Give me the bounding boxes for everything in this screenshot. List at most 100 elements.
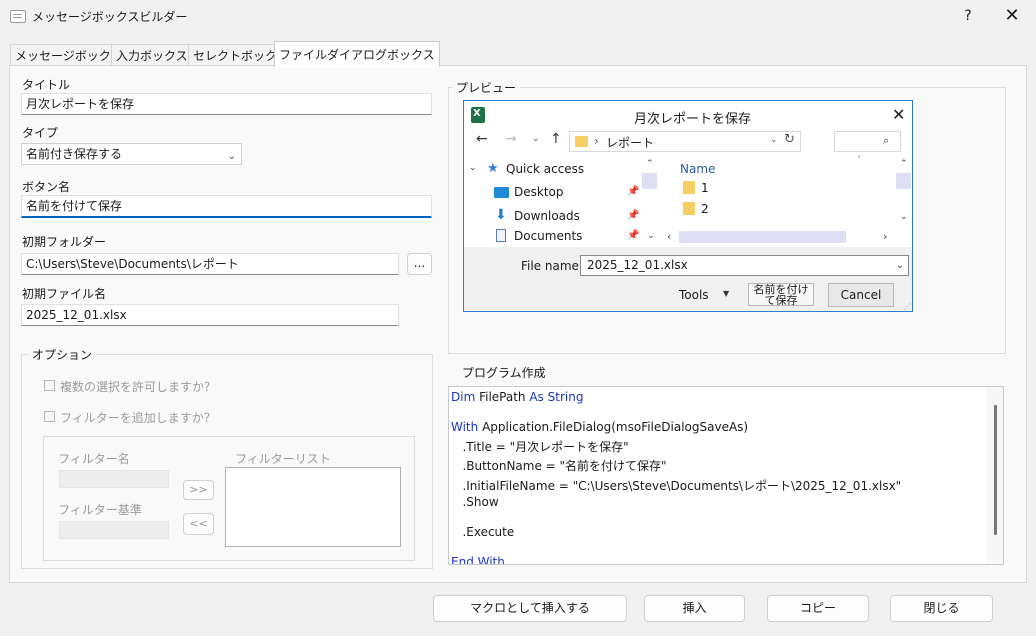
multi-select-checkbox[interactable]: [44, 380, 55, 391]
search-icon: ⌕: [883, 134, 890, 147]
button-name-label: ボタン名: [22, 180, 71, 194]
code-line: Dim FilePath As String: [451, 390, 584, 404]
file-item-1[interactable]: 1: [701, 181, 709, 195]
type-select-value: 名前付き保存する: [26, 147, 123, 161]
tab-message-box[interactable]: メッセージボックス: [10, 44, 128, 67]
add-filter-label: フィルターを追加しますか？: [60, 411, 216, 425]
nav-documents[interactable]: Documents: [514, 229, 582, 243]
pin-icon: 📌: [627, 210, 640, 221]
address-chevron-icon[interactable]: ⌄: [770, 135, 778, 145]
code-line: With Application.FileDialog(msoFileDialo…: [451, 420, 749, 434]
desktop-icon: [494, 187, 509, 198]
search-box[interactable]: ⌕: [834, 131, 901, 152]
button-name-input[interactable]: 名前を付けて保存: [21, 195, 432, 218]
code-line: .InitialFileName = "C:\Users\Steve\Docum…: [451, 479, 902, 493]
close-window-button[interactable]: ✕: [1000, 5, 1024, 27]
filter-name-input[interactable]: [59, 470, 169, 488]
file-name-label: File name:: [521, 259, 583, 273]
filter-criteria-label: フィルター基準: [58, 503, 142, 517]
dialog-save-button[interactable]: 名前を付けて保存: [748, 283, 814, 306]
type-select[interactable]: 名前付き保存する ⌄: [21, 143, 242, 165]
code-line: .Show: [451, 495, 499, 509]
chevron-down-icon: ⌄: [227, 151, 236, 162]
initial-folder-label: 初期フォルダー: [22, 235, 107, 249]
program-legend: プログラム作成: [458, 364, 550, 381]
breadcrumb-separator-icon: ›: [594, 134, 599, 148]
list-scroll-up-icon[interactable]: ⌃: [900, 159, 908, 169]
insert-as-macro-button[interactable]: マクロとして挿入する: [433, 595, 627, 622]
options-legend: オプション: [28, 346, 97, 363]
filter-name-label: フィルター名: [58, 452, 130, 466]
tree-scroll-up-icon[interactable]: ⌃: [646, 159, 654, 169]
code-line: End With: [451, 555, 505, 565]
pin-icon: 📌: [627, 230, 640, 241]
tab-input-box[interactable]: 入力ボックス: [111, 44, 193, 67]
quick-access-label[interactable]: Quick access: [506, 162, 584, 176]
list-scroll-right-icon[interactable]: ›: [883, 230, 887, 243]
tools-menu[interactable]: Tools: [679, 288, 709, 302]
file-name-chevron-icon[interactable]: ⌄: [896, 256, 904, 275]
file-name-value: 2025_12_01.xlsx: [587, 258, 688, 272]
add-filter-checkbox[interactable]: [44, 411, 55, 422]
nav-downloads[interactable]: Downloads: [514, 209, 580, 223]
tab-file-dialog-box[interactable]: ファイルダイアログボックス: [274, 41, 440, 67]
dialog-title: 月次レポートを保存: [634, 112, 752, 127]
list-scroll-down-icon[interactable]: ⌄: [900, 212, 908, 222]
app-icon: [10, 10, 26, 23]
filter-criteria-input[interactable]: [59, 521, 169, 539]
code-line: .ButtonName = "名前を付けて保存": [451, 459, 667, 473]
help-button[interactable]: ?: [958, 6, 978, 26]
up-arrow-icon[interactable]: ↑: [550, 131, 562, 147]
remove-filter-button[interactable]: <<: [183, 513, 214, 535]
filter-list-box[interactable]: [225, 467, 401, 547]
save-dialog-preview: X 月次レポートを保存 ✕ ← → ⌄ ↑ › レポート ⌄ ↻ ⌕ ⌄ ★ Q…: [463, 100, 913, 312]
copy-button[interactable]: コピー: [767, 595, 869, 622]
refresh-icon[interactable]: ↻: [784, 132, 795, 147]
code-editor[interactable]: Dim FilePath As String With Application.…: [448, 386, 1004, 565]
tree-scroll-down-icon[interactable]: ⌄: [647, 231, 655, 241]
initial-folder-input[interactable]: C:\Users\Steve\Documents\レポート: [21, 253, 399, 275]
address-path: レポート: [606, 136, 655, 150]
insert-button[interactable]: 挿入: [644, 595, 745, 622]
code-scrollbar-thumb[interactable]: [994, 405, 997, 535]
filter-list-label: フィルターリスト: [231, 450, 335, 467]
close-button[interactable]: 閉じる: [890, 595, 993, 622]
file-name-input[interactable]: 2025_12_01.xlsx ⌄: [580, 255, 909, 276]
multi-select-label: 複数の選択を許可しますか？: [60, 380, 217, 394]
browse-folder-button[interactable]: ...: [407, 253, 432, 275]
forward-arrow-icon[interactable]: →: [505, 131, 517, 147]
title-label: タイトル: [22, 78, 71, 92]
back-arrow-icon[interactable]: ←: [476, 131, 488, 147]
preview-legend: プレビュー: [452, 79, 521, 96]
tools-dropdown-icon[interactable]: ▼: [723, 289, 729, 298]
recent-chevron-icon[interactable]: ⌄: [532, 134, 540, 144]
dialog-close-icon[interactable]: ✕: [892, 105, 905, 124]
initial-file-input[interactable]: 2025_12_01.xlsx: [21, 304, 399, 326]
sort-ascending-icon: ˄: [857, 155, 861, 164]
tree-scrollbar-thumb[interactable]: [642, 173, 657, 189]
type-label: タイプ: [22, 126, 59, 140]
code-line: .Title = "月次レポートを保存": [451, 440, 629, 454]
list-scroll-left-icon[interactable]: ‹: [667, 230, 671, 243]
folder-icon: [683, 181, 695, 194]
window-title: メッセージボックスビルダー: [32, 10, 188, 24]
list-vscrollbar-thumb[interactable]: [896, 173, 911, 189]
title-input[interactable]: 月次レポートを保存: [21, 93, 432, 115]
name-column-header[interactable]: Name: [680, 162, 715, 176]
add-filter-button[interactable]: >>: [183, 480, 214, 500]
expand-chevron-icon[interactable]: ⌄: [469, 163, 477, 173]
address-bar[interactable]: › レポート ⌄ ↻: [569, 131, 801, 152]
code-line: .Execute: [451, 525, 515, 539]
downloads-icon: ⬇: [495, 207, 507, 223]
excel-icon: X: [471, 107, 485, 123]
dialog-cancel-button[interactable]: Cancel: [828, 283, 894, 307]
nav-desktop[interactable]: Desktop: [514, 185, 564, 199]
folder-icon: [683, 202, 695, 215]
resize-grip-icon[interactable]: ⋰: [903, 302, 911, 311]
file-item-2[interactable]: 2: [701, 202, 709, 216]
documents-icon: [496, 229, 506, 242]
star-icon: ★: [487, 161, 499, 176]
pin-icon: 📌: [627, 186, 640, 197]
folder-icon: [575, 136, 588, 147]
list-hscrollbar-thumb[interactable]: [679, 231, 846, 243]
